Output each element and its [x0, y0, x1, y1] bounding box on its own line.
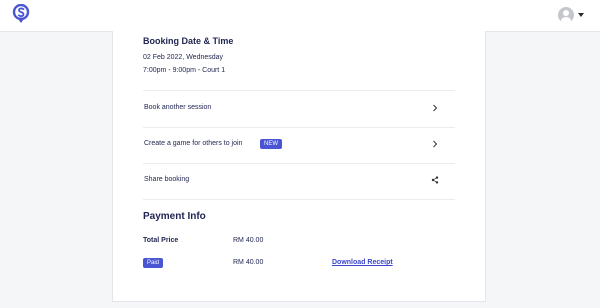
paid-amount-value: RM 40.00 [233, 259, 264, 266]
payment-info-title: Payment Info [143, 211, 206, 222]
booking-datetime-title: Booking Date & Time [143, 36, 234, 46]
create-game-label: Create a game for others to join [144, 140, 243, 147]
caret-down-icon[interactable] [578, 13, 584, 17]
share-booking-row[interactable]: Share booking [143, 163, 455, 200]
chevron-right-icon [433, 104, 438, 112]
paid-status-badge: Paid [143, 258, 164, 268]
booking-details-card: Booking Date & Time 02 Feb 2022, Wednesd… [112, 31, 486, 302]
total-price-value: RM 40.00 [233, 237, 264, 244]
new-badge: NEW [260, 139, 282, 149]
booking-date: 02 Feb 2022, Wednesday [143, 54, 224, 61]
user-avatar-icon[interactable] [558, 7, 574, 23]
chevron-right-icon [433, 140, 438, 148]
brand-logo-icon[interactable] [12, 4, 30, 24]
book-another-session-label: Book another session [144, 104, 212, 111]
share-booking-label: Share booking [144, 176, 190, 183]
total-price-label: Total Price [143, 237, 179, 244]
book-another-session-row[interactable]: Book another session [143, 90, 455, 128]
download-receipt-link[interactable]: Download Receipt [332, 259, 393, 266]
user-menu[interactable] [558, 7, 584, 23]
booking-time-court: 7:00pm - 9:00pm - Court 1 [143, 67, 226, 74]
top-navbar [0, 0, 600, 32]
create-game-row[interactable]: Create a game for others to join NEW [143, 127, 455, 164]
share-icon[interactable] [431, 176, 439, 184]
